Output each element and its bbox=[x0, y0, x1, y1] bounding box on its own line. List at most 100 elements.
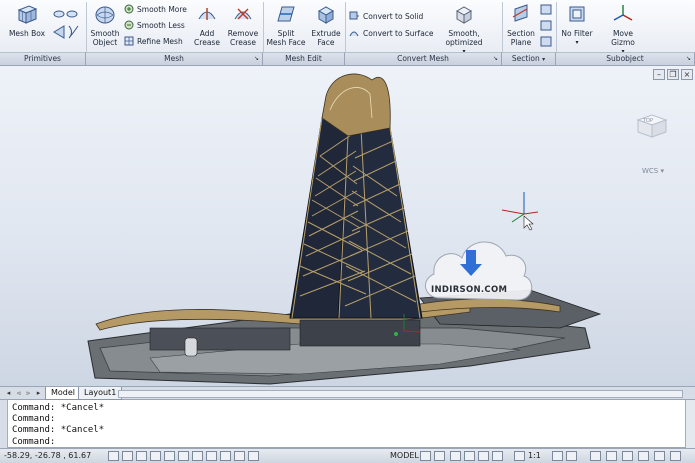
command-window: Command: *Cancel* Command: Command: *Can… bbox=[0, 400, 695, 448]
smooth-more-button[interactable]: Smooth More bbox=[124, 4, 187, 14]
convert-to-solid-icon bbox=[349, 11, 359, 20]
hardware-acceleration-icon[interactable] bbox=[622, 451, 633, 461]
showmotion-icon[interactable] bbox=[492, 451, 503, 461]
annotation-visibility-icon[interactable] bbox=[552, 451, 563, 461]
command-window-grip[interactable] bbox=[0, 400, 8, 448]
drawing-viewport[interactable]: – ❐ × TOP WCS ▾ INDIRSON.COM bbox=[0, 66, 695, 386]
section-plane-button[interactable]: Section Plane bbox=[505, 3, 537, 47]
horizontal-scrollbar[interactable] bbox=[118, 390, 683, 398]
add-crease-button[interactable]: Add Crease bbox=[192, 3, 222, 47]
separator bbox=[263, 2, 264, 52]
chevron-down-icon: ▾ bbox=[575, 39, 579, 46]
mesh-wedge-icon[interactable] bbox=[53, 25, 79, 39]
command-history-line: Command: bbox=[12, 414, 56, 424]
smooth-less-button[interactable]: Smooth Less bbox=[124, 20, 185, 30]
object-snap-icon[interactable] bbox=[164, 451, 175, 461]
lineweight-icon[interactable] bbox=[234, 451, 245, 461]
mesh-box-icon bbox=[17, 5, 38, 24]
clean-screen-icon[interactable] bbox=[670, 451, 681, 461]
last-tab-icon[interactable]: ▸ bbox=[34, 389, 43, 398]
section-plane-label-2: Plane bbox=[510, 38, 532, 47]
first-tab-icon[interactable]: ◂ bbox=[4, 389, 13, 398]
tab-layout1[interactable]: Layout1 bbox=[78, 387, 123, 400]
command-history-line: Command: *Cancel* bbox=[12, 425, 105, 435]
status-bar: -58.29, -26.78 , 61.67 MODEL 1:1 bbox=[0, 448, 695, 463]
extrude-face-button[interactable]: Extrude Face bbox=[308, 3, 344, 47]
lock-icon[interactable] bbox=[606, 451, 617, 461]
panel-mesh-label: Mesh bbox=[164, 54, 184, 63]
panel-mesh[interactable]: Mesh ↘ bbox=[86, 52, 263, 65]
quick-properties-icon[interactable] bbox=[248, 451, 259, 461]
remove-crease-label-1: Remove bbox=[227, 29, 259, 38]
mesh-cylinder-icon[interactable] bbox=[53, 10, 78, 18]
tab-layout1-label: Layout1 bbox=[84, 388, 117, 397]
polar-tracking-icon[interactable] bbox=[150, 451, 161, 461]
panel-subobject-label: Subobject bbox=[606, 54, 644, 63]
section-plane-label-1: Section bbox=[507, 29, 535, 38]
add-crease-label-2: Crease bbox=[194, 38, 220, 47]
annotation-scale-value[interactable]: 1:1 bbox=[528, 451, 541, 460]
panel-primitives[interactable]: Primitives bbox=[0, 52, 86, 65]
add-jog-icon[interactable] bbox=[540, 20, 552, 31]
tab-model[interactable]: Model bbox=[45, 387, 82, 400]
snap-mode-icon[interactable] bbox=[108, 451, 119, 461]
split-mesh-face-label-2: Mesh Face bbox=[266, 38, 306, 47]
panel-convert-mesh[interactable]: Convert Mesh ↘ bbox=[345, 52, 502, 65]
smooth-object-label-1: Smooth bbox=[90, 29, 120, 38]
panel-launcher-icon[interactable]: ↘ bbox=[686, 53, 691, 65]
grid-display-icon[interactable] bbox=[122, 451, 133, 461]
workspace-switching-icon[interactable] bbox=[590, 451, 601, 461]
remove-crease-button[interactable]: Remove Crease bbox=[226, 3, 260, 47]
no-filter-dropdown[interactable]: No Filter ▾ bbox=[559, 3, 595, 47]
model-space-toggle[interactable]: MODEL bbox=[390, 451, 419, 460]
quick-view-layouts-icon[interactable] bbox=[420, 451, 431, 461]
panel-subobject[interactable]: Subobject ↘ bbox=[556, 52, 695, 65]
panel-mesh-edit[interactable]: Mesh Edit bbox=[263, 52, 345, 65]
convert-to-surface-label: Convert to Surface bbox=[363, 28, 434, 38]
convert-to-surface-icon bbox=[349, 31, 359, 37]
smooth-more-icon bbox=[124, 4, 134, 14]
next-tab-icon[interactable]: ▹ bbox=[24, 389, 33, 398]
auto-scale-icon[interactable] bbox=[566, 451, 577, 461]
isolate-objects-icon[interactable] bbox=[638, 451, 649, 461]
zoom-icon[interactable] bbox=[464, 451, 475, 461]
section-plane-icon bbox=[512, 4, 528, 22]
panel-section[interactable]: Section ▾ bbox=[502, 52, 556, 65]
primitives-small-icons bbox=[52, 8, 82, 42]
convert-to-solid-button[interactable]: Convert to Solid bbox=[349, 11, 423, 21]
prev-tab-icon[interactable]: ◃ bbox=[14, 389, 23, 398]
steering-wheel-icon[interactable] bbox=[478, 451, 489, 461]
convert-to-surface-button[interactable]: Convert to Surface bbox=[349, 28, 434, 38]
pan-icon[interactable] bbox=[450, 451, 461, 461]
status-bar-menu-icon[interactable] bbox=[654, 451, 665, 461]
object-snap-tracking-icon[interactable] bbox=[192, 451, 203, 461]
smooth-more-label: Smooth More bbox=[137, 4, 187, 14]
command-scrollbar[interactable] bbox=[685, 400, 695, 448]
quick-view-drawings-icon[interactable] bbox=[434, 451, 445, 461]
command-input[interactable]: Command: bbox=[12, 437, 672, 447]
3d-object-snap-icon[interactable] bbox=[178, 451, 189, 461]
annotation-scale-icon[interactable] bbox=[514, 451, 525, 461]
split-mesh-face-button[interactable]: Split Mesh Face bbox=[266, 3, 306, 47]
dynamic-ucs-icon[interactable] bbox=[206, 451, 217, 461]
mesh-box-button[interactable]: Mesh Box bbox=[6, 3, 48, 38]
smooth-object-button[interactable]: Smooth Object bbox=[89, 3, 121, 47]
move-gizmo-dropdown[interactable]: Move Gizmo ▾ bbox=[600, 3, 646, 56]
dynamic-input-icon[interactable] bbox=[220, 451, 231, 461]
live-section-icon[interactable] bbox=[540, 4, 552, 15]
generate-section-icon[interactable] bbox=[540, 36, 552, 47]
panel-mesh-edit-label: Mesh Edit bbox=[285, 54, 322, 63]
filter-icon bbox=[569, 6, 585, 22]
split-mesh-face-icon bbox=[277, 6, 295, 22]
separator bbox=[345, 2, 346, 52]
panel-launcher-icon[interactable]: ↘ bbox=[254, 53, 259, 65]
layout-tabs-bar: ◂ ◃ ▹ ▸ Model Layout1 bbox=[0, 386, 695, 400]
smooth-optimized-dropdown[interactable]: Smooth, optimized ▾ bbox=[430, 3, 498, 56]
ortho-mode-icon[interactable] bbox=[136, 451, 147, 461]
refine-mesh-button[interactable]: Refine Mesh bbox=[124, 36, 183, 46]
smooth-optimized-label: Smooth, optimized bbox=[445, 29, 483, 47]
panel-launcher-icon[interactable]: ↘ bbox=[493, 53, 498, 65]
panel-convert-mesh-label: Convert Mesh bbox=[397, 54, 449, 63]
tab-model-label: Model bbox=[51, 388, 76, 397]
smooth-object-label-2: Object bbox=[92, 38, 118, 47]
